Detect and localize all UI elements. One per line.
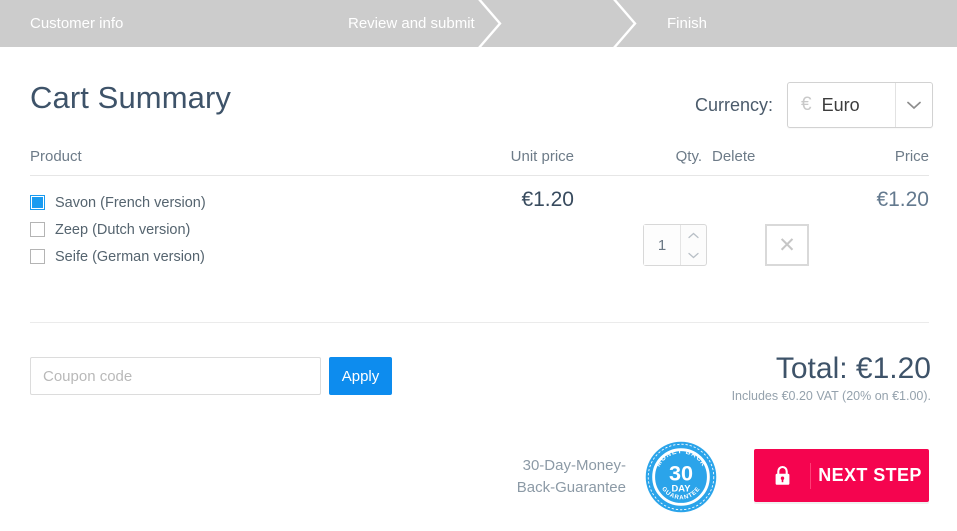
currency-select[interactable]: € Euro: [787, 82, 933, 128]
column-header-price: Price: [894, 148, 929, 165]
variant-checkbox-seife[interactable]: [30, 249, 45, 264]
table-row: Savon (French version) Zeep (Dutch versi…: [30, 176, 929, 326]
column-header-product: Product: [30, 148, 82, 165]
currency-selector-group: Currency: € Euro: [695, 82, 933, 128]
coupon-input[interactable]: [30, 357, 321, 395]
column-header-delete: Delete: [712, 148, 756, 165]
variant-checkbox-zeep[interactable]: [30, 222, 45, 237]
progress-stepbar: Customer info Review and submit Finish: [0, 0, 957, 47]
next-step-label: NEXT STEP: [818, 465, 922, 485]
step-separator-chevron-icon: [605, 0, 645, 47]
currency-selected-value: Euro: [821, 94, 860, 115]
quantity-value[interactable]: 1: [644, 225, 680, 265]
order-total: Total: €1.20: [775, 352, 931, 385]
step-finish[interactable]: Finish: [667, 0, 707, 47]
quantity-stepper[interactable]: 1: [643, 224, 707, 266]
apply-coupon-button[interactable]: Apply: [329, 357, 392, 395]
chevron-down-icon[interactable]: [895, 83, 932, 127]
step-label: Finish: [667, 15, 708, 32]
cell-unit-price: €1.20: [521, 188, 574, 211]
step-label: Customer info: [30, 15, 124, 32]
step-separator-chevron-icon: [470, 0, 510, 47]
step-customer-info[interactable]: Customer info: [30, 0, 123, 47]
badge-unit: DAY: [672, 483, 692, 493]
step-review-and-submit[interactable]: Review and submit: [348, 0, 475, 47]
variant-checkbox-savon[interactable]: [30, 195, 45, 210]
column-header-unit-price: Unit price: [510, 148, 574, 165]
page-title: Cart Summary: [30, 80, 232, 115]
step-label: Review and submit: [348, 15, 475, 32]
variant-label: Seife (German version): [55, 248, 205, 265]
guarantee-line-2: Back-Guarantee: [516, 479, 626, 496]
column-header-qty: Qty.: [675, 148, 702, 165]
currency-select-value-area[interactable]: € Euro: [788, 83, 895, 127]
badge-number: 30: [669, 461, 693, 486]
chevron-up-icon[interactable]: [681, 225, 706, 245]
cart-table-header-row: Product Unit price Qty. Delete Price: [30, 148, 929, 176]
list-item[interactable]: Zeep (Dutch version): [30, 216, 206, 243]
variant-label: Savon (French version): [55, 194, 206, 211]
guarantee-line-1: 30-Day-Money-: [522, 457, 626, 474]
variant-label: Zeep (Dutch version): [55, 221, 191, 238]
list-item[interactable]: Savon (French version): [30, 189, 206, 216]
cart-table: Product Unit price Qty. Delete Price Sav…: [30, 148, 929, 326]
quantity-stepper-arrows: [680, 225, 706, 265]
section-divider: [30, 322, 929, 323]
product-variant-list: Savon (French version) Zeep (Dutch versi…: [30, 189, 206, 270]
guarantee-text: 30-Day-Money- Back-Guarantee: [504, 455, 626, 499]
cell-price: €1.20: [876, 188, 929, 211]
list-item[interactable]: Seife (German version): [30, 243, 206, 270]
euro-symbol-icon: €: [801, 94, 812, 115]
next-step-button[interactable]: NEXT STEP: [754, 449, 929, 502]
currency-label: Currency:: [694, 94, 773, 115]
money-back-guarantee-badge-icon: MONEY BACK 30 DAY GUARANTEE: [645, 441, 717, 513]
vat-note: Includes €0.20 VAT (20% on €1.00).: [731, 389, 931, 403]
delete-item-button[interactable]: ✕: [765, 224, 809, 266]
lock-icon: [754, 462, 811, 489]
chevron-down-icon[interactable]: [681, 245, 706, 265]
close-icon: ✕: [778, 233, 796, 257]
